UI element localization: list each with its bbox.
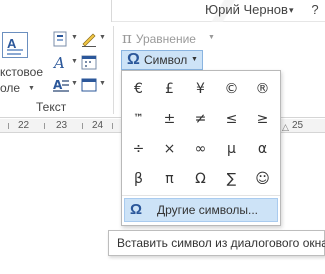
tooltip: Вставить символ из диалогового окна	[108, 230, 325, 256]
symbol-cell-yen[interactable]: ¥	[185, 74, 216, 104]
text-box-label-line2: оле	[0, 81, 21, 95]
symbol-cell-greater-equal[interactable]: ≥	[247, 104, 278, 134]
ruler-tick	[112, 123, 113, 129]
symbol-cell-beta[interactable]: β	[123, 164, 154, 194]
symbol-cell-micro[interactable]: µ	[216, 134, 247, 164]
ruler-number: 23	[56, 120, 68, 131]
user-name[interactable]: Юрий Чернов	[205, 2, 288, 17]
ruler-number: 25	[292, 120, 304, 131]
more-symbols-button[interactable]: Ω Другие символы...	[124, 198, 278, 222]
symbol-caret-icon: ▼	[191, 56, 198, 63]
text-box-caret-icon: ▼	[28, 85, 35, 92]
equation-label: Уравнение	[135, 32, 196, 46]
equation-caret-icon[interactable]: ▼	[208, 34, 215, 41]
symbol-cell-divide[interactable]: ÷	[123, 134, 154, 164]
symbol-cell-sum[interactable]: ∑	[216, 164, 247, 194]
equation-button[interactable]: π Уравнение	[122, 29, 196, 47]
symbol-label: Символ	[144, 53, 188, 67]
omega-icon: Ω	[130, 201, 143, 218]
quick-parts-caret-icon[interactable]: ▼	[71, 34, 78, 41]
user-menu-chevron-icon[interactable]: ▾	[289, 5, 294, 16]
quick-access-area	[0, 0, 112, 22]
symbol-dropdown-panel: € £ ¥ © ® ™ ± ≠ ≤ ≥ ÷ × ∞ µ α β π Ω ∑ ☺ …	[121, 70, 281, 226]
drop-cap-icon[interactable]: A	[52, 76, 70, 94]
symbol-cell-trademark[interactable]: ™	[123, 104, 154, 134]
omega-icon: Ω	[127, 51, 140, 68]
object-icon[interactable]	[80, 76, 98, 94]
symbol-button[interactable]: Ω Символ ▼	[121, 50, 203, 70]
signature-line-caret-icon[interactable]: ▼	[99, 34, 106, 41]
help-button[interactable]: ?	[304, 0, 325, 20]
symbol-cell-alpha[interactable]: α	[247, 134, 278, 164]
symbol-cell-pound[interactable]: £	[154, 74, 185, 104]
wordart-icon[interactable]: A	[52, 53, 70, 72]
symbol-cell-multiply[interactable]: ×	[154, 134, 185, 164]
ruler-tick	[8, 123, 9, 129]
date-time-icon[interactable]	[80, 53, 98, 71]
text-box-label-line1: кстовое	[0, 65, 44, 79]
symbol-cell-copyright[interactable]: ©	[216, 74, 247, 104]
symbol-cell-smiley[interactable]: ☺	[247, 164, 278, 194]
more-symbols-label: Другие символы...	[157, 203, 258, 217]
tooltip-text: Вставить символ из диалогового окна	[117, 236, 325, 250]
symbol-cell-registered[interactable]: ®	[247, 74, 278, 104]
svg-text:A: A	[52, 54, 65, 71]
svg-text:A: A	[53, 78, 63, 92]
ruler-tick	[44, 123, 45, 129]
group-label-text: Текст	[36, 100, 67, 114]
text-box-button[interactable]: A кстовое оле ▼	[0, 30, 46, 95]
wordart-caret-icon[interactable]: ▼	[71, 58, 78, 65]
ruler-number: 22	[18, 120, 30, 131]
drop-cap-caret-icon[interactable]: ▼	[71, 80, 78, 87]
symbol-cell-omega[interactable]: Ω	[185, 164, 216, 194]
symbol-cell-infinity[interactable]: ∞	[185, 134, 216, 164]
ruler-tick	[82, 123, 83, 129]
text-box-icon: A	[2, 32, 28, 58]
quick-parts-icon[interactable]	[52, 30, 70, 48]
symbol-cell-less-equal[interactable]: ≤	[216, 104, 247, 134]
panel-separator	[122, 195, 280, 196]
symbol-cell-plus-minus[interactable]: ±	[154, 104, 185, 134]
indent-marker-icon[interactable]: △	[282, 122, 289, 133]
ruler-number: 24	[92, 120, 104, 131]
symbol-cell-euro[interactable]: €	[123, 74, 154, 104]
symbol-cell-pi[interactable]: π	[154, 164, 185, 194]
signature-line-icon[interactable]	[80, 30, 98, 48]
symbol-cell-not-equal[interactable]: ≠	[185, 104, 216, 134]
group-separator	[113, 26, 114, 114]
title-bar: Юрий Чернов ▾ ?	[0, 0, 325, 22]
pi-icon: π	[122, 29, 132, 47]
object-caret-icon[interactable]: ▼	[99, 80, 106, 87]
